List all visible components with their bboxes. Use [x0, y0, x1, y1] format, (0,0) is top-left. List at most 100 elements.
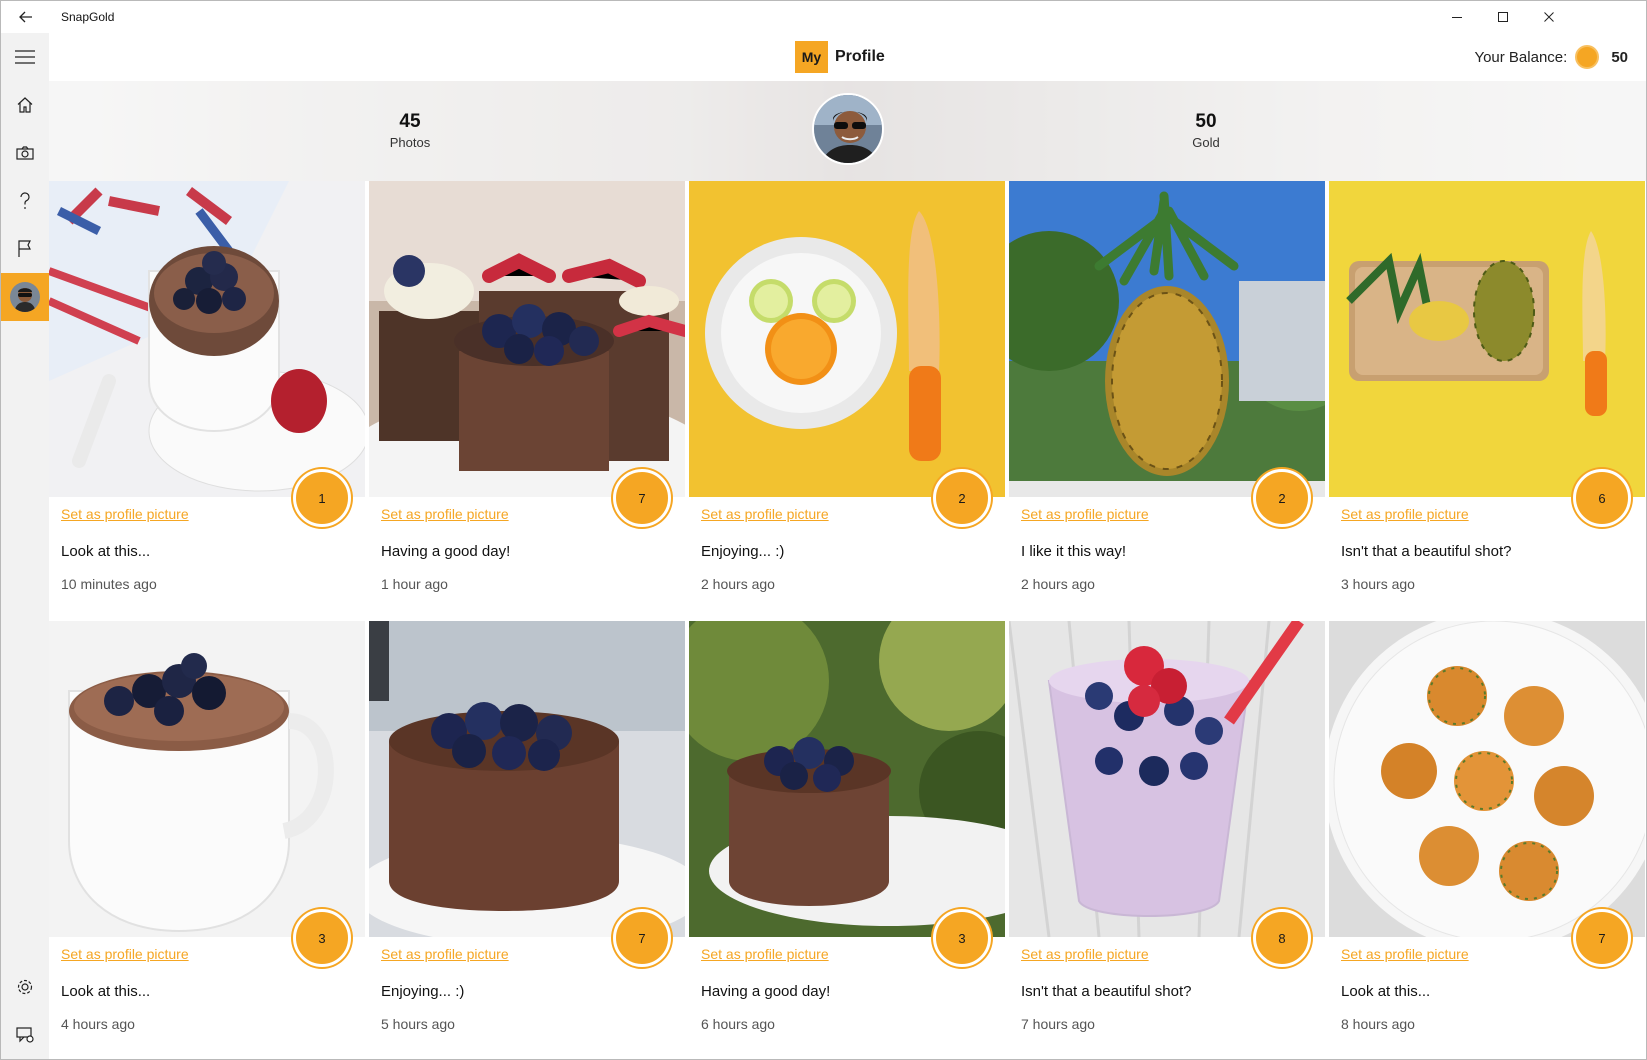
set-profile-picture-link[interactable]: Set as profile picture — [61, 946, 189, 962]
nav-home[interactable] — [1, 81, 49, 129]
title-bar: SnapGold — [1, 1, 1646, 33]
photo-image[interactable] — [689, 181, 1005, 497]
photo-card: 2 Set as profile picture I like it this … — [1009, 181, 1325, 641]
post-time: 6 hours ago — [701, 1016, 775, 1032]
profile-avatar[interactable] — [812, 93, 884, 165]
gold-stat: 50 Gold — [1156, 111, 1256, 150]
post-caption: Isn't that a beautiful shot? — [1021, 983, 1192, 1000]
gold-count-badge[interactable]: 6 — [1573, 469, 1631, 527]
gold-count-badge[interactable]: 2 — [1253, 469, 1311, 527]
gold-count: 50 — [1195, 111, 1217, 132]
set-profile-picture-link[interactable]: Set as profile picture — [701, 506, 829, 522]
gold-count-badge[interactable]: 8 — [1253, 909, 1311, 967]
photos-stat: 45 Photos — [360, 111, 460, 150]
gold-label: Gold — [1192, 135, 1220, 150]
close-icon — [1544, 12, 1554, 22]
app-title: SnapGold — [61, 10, 115, 24]
back-button[interactable] — [11, 5, 41, 29]
photo-card: 8 Set as profile picture Isn't that a be… — [1009, 621, 1325, 1059]
settings-icon — [17, 979, 33, 995]
post-caption: Having a good day! — [381, 543, 511, 560]
set-profile-picture-link[interactable]: Set as profile picture — [701, 946, 829, 962]
post-caption: Isn't that a beautiful shot? — [1341, 543, 1512, 560]
maximize-button[interactable] — [1480, 1, 1526, 33]
photos-label: Photos — [389, 135, 431, 150]
balance-display: Your Balance: 50 — [1474, 45, 1628, 69]
set-profile-picture-link[interactable]: Set as profile picture — [1341, 946, 1469, 962]
photo-card: 3 Set as profile picture Look at this...… — [49, 621, 365, 1059]
photo-image[interactable] — [49, 621, 365, 937]
photo-image[interactable] — [369, 621, 685, 937]
photo-card: 6 Set as profile picture Isn't that a be… — [1329, 181, 1645, 641]
photo-image[interactable] — [689, 621, 1005, 937]
balance-value: 50 — [1611, 48, 1628, 66]
back-arrow-icon — [19, 11, 32, 23]
post-time: 10 minutes ago — [61, 576, 157, 592]
set-profile-picture-link[interactable]: Set as profile picture — [1341, 506, 1469, 522]
photo-card: 2 Set as profile picture Enjoying... :) … — [689, 181, 1005, 641]
photo-card: 1 Set as profile picture Look at this...… — [49, 181, 365, 641]
set-profile-picture-link[interactable]: Set as profile picture — [1021, 946, 1149, 962]
page-header: My Profile Your Balance: 50 — [49, 33, 1646, 81]
photo-card: 3 Set as profile picture Having a good d… — [689, 621, 1005, 1059]
set-profile-picture-link[interactable]: Set as profile picture — [381, 506, 509, 522]
set-profile-picture-link[interactable]: Set as profile picture — [1021, 506, 1149, 522]
photo-image[interactable] — [1009, 621, 1325, 937]
photo-card: 7 Set as profile picture Look at this...… — [1329, 621, 1645, 1059]
balance-label: Your Balance: — [1474, 48, 1568, 66]
post-caption: Enjoying... :) — [381, 983, 465, 1000]
photos-count: 45 — [399, 111, 421, 132]
nav-settings[interactable] — [1, 963, 49, 1011]
set-profile-picture-link[interactable]: Set as profile picture — [381, 946, 509, 962]
page-title: My Profile — [795, 41, 885, 73]
home-icon — [17, 97, 33, 113]
gold-count-badge[interactable]: 1 — [293, 469, 351, 527]
gold-count-badge[interactable]: 3 — [933, 909, 991, 967]
nav-help[interactable] — [1, 177, 49, 225]
post-time: 8 hours ago — [1341, 1016, 1415, 1032]
post-time: 7 hours ago — [1021, 1016, 1095, 1032]
post-time: 4 hours ago — [61, 1016, 135, 1032]
post-caption: Look at this... — [61, 983, 151, 1000]
app-window: SnapGold My Profile Your Balance: 50 45 … — [0, 0, 1647, 1060]
close-button[interactable] — [1526, 1, 1572, 33]
nav-profile[interactable] — [1, 273, 49, 321]
hamburger-menu-button[interactable] — [1, 33, 49, 81]
post-time: 5 hours ago — [381, 1016, 455, 1032]
gold-count-badge[interactable]: 7 — [613, 469, 671, 527]
post-time: 2 hours ago — [701, 576, 775, 592]
feedback-icon — [16, 1027, 34, 1043]
photo-image[interactable] — [1329, 621, 1645, 937]
profile-banner: 45 Photos 50 Gold — [49, 81, 1646, 181]
post-caption: I like it this way! — [1021, 543, 1127, 560]
gold-count-badge[interactable]: 3 — [293, 909, 351, 967]
gold-count-badge[interactable]: 7 — [613, 909, 671, 967]
nav-report[interactable] — [1, 225, 49, 273]
minimize-button[interactable] — [1434, 1, 1480, 33]
post-time: 1 hour ago — [381, 576, 448, 592]
photo-image[interactable] — [1329, 181, 1645, 497]
post-caption: Look at this... — [1341, 983, 1431, 1000]
photo-image[interactable] — [369, 181, 685, 497]
post-caption: Enjoying... :) — [701, 543, 785, 560]
flag-icon — [18, 240, 31, 257]
gold-coin-icon — [1575, 45, 1600, 69]
post-caption: Look at this... — [61, 543, 151, 560]
avatar — [10, 282, 40, 312]
gold-count-badge[interactable]: 2 — [933, 469, 991, 527]
gold-count-badge[interactable]: 7 — [1573, 909, 1631, 967]
photo-image[interactable] — [1009, 181, 1325, 497]
title-text: Profile — [835, 48, 885, 65]
help-icon — [20, 192, 30, 209]
post-time: 2 hours ago — [1021, 576, 1095, 592]
photo-image[interactable] — [49, 181, 365, 497]
nav-feedback[interactable] — [1, 1011, 49, 1059]
post-caption: Having a good day! — [701, 983, 831, 1000]
title-badge: My — [795, 41, 828, 73]
set-profile-picture-link[interactable]: Set as profile picture — [61, 506, 189, 522]
maximize-icon — [1498, 12, 1508, 22]
navigation-rail — [1, 33, 49, 1059]
hamburger-icon — [15, 50, 35, 64]
nav-camera[interactable] — [1, 129, 49, 177]
photo-card: 7 Set as profile picture Having a good d… — [369, 181, 685, 641]
